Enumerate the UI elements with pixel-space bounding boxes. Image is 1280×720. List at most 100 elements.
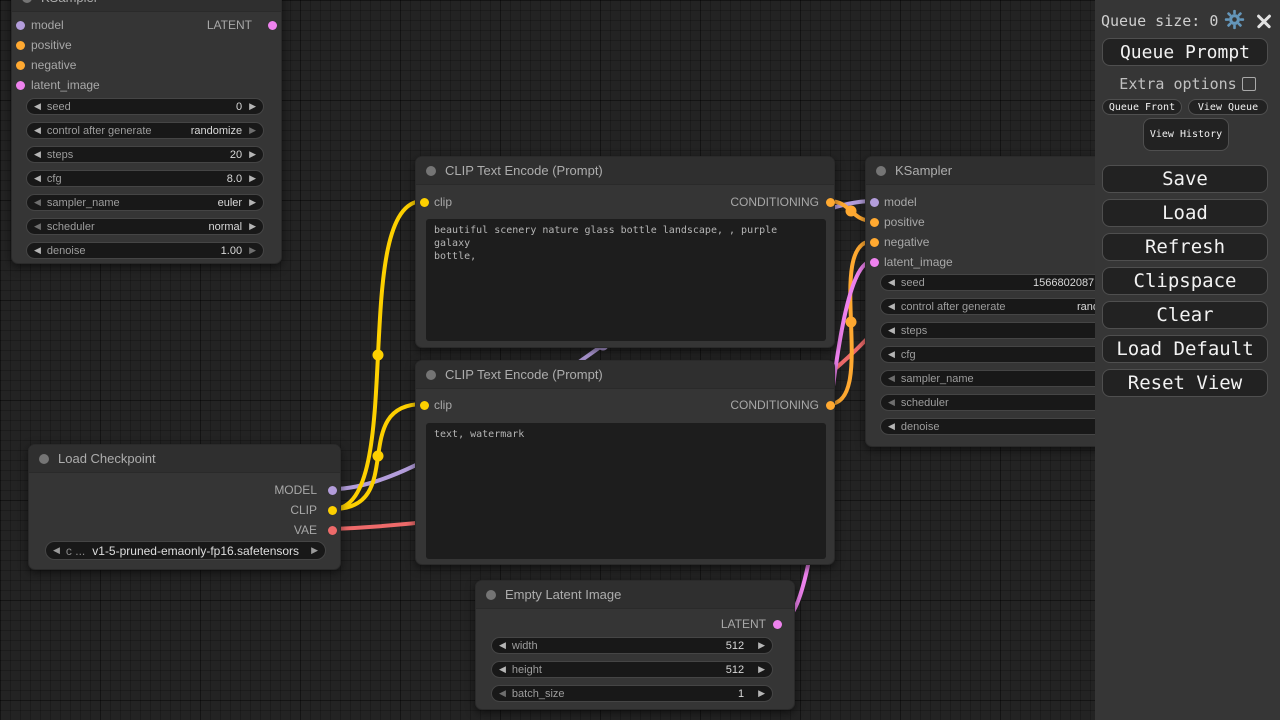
- decrement-arrow-icon[interactable]: ◀: [888, 326, 895, 335]
- increment-arrow-icon[interactable]: ▶: [249, 198, 256, 207]
- collapse-dot-icon[interactable]: [876, 166, 886, 176]
- graph-canvas[interactable]: KSampler model positive negative latent_…: [0, 0, 1280, 720]
- node-clip-text-encode-negative[interactable]: CLIP Text Encode (Prompt) clip CONDITION…: [415, 360, 835, 565]
- node-clip-text-encode-positive[interactable]: CLIP Text Encode (Prompt) clip CONDITION…: [415, 156, 835, 348]
- widget-batch-size[interactable]: ◀ batch_size 1 ▶: [491, 685, 773, 702]
- collapse-dot-icon[interactable]: [22, 0, 32, 3]
- widget-value: 20: [230, 149, 249, 161]
- widget-denoise[interactable]: ◀ denoise 1.00 ▶: [26, 242, 264, 259]
- decrement-arrow-icon[interactable]: ◀: [499, 641, 506, 650]
- view-history-button[interactable]: View History: [1143, 118, 1229, 151]
- node-title-bar[interactable]: Load Checkpoint: [29, 445, 340, 473]
- input-port-negative[interactable]: [870, 238, 879, 247]
- input-port-negative[interactable]: [16, 61, 25, 70]
- collapse-dot-icon[interactable]: [426, 370, 436, 380]
- input-port-latent-image[interactable]: [870, 258, 879, 267]
- decrement-arrow-icon[interactable]: ◀: [34, 198, 41, 207]
- decrement-arrow-icon[interactable]: ◀: [499, 689, 506, 698]
- decrement-arrow-icon[interactable]: ◀: [888, 374, 895, 383]
- reset-view-button[interactable]: Reset View: [1102, 369, 1268, 397]
- increment-arrow-icon[interactable]: ▶: [249, 126, 256, 135]
- widget-height[interactable]: ◀ height 512 ▶: [491, 661, 773, 678]
- decrement-arrow-icon[interactable]: ◀: [34, 102, 41, 111]
- increment-arrow-icon[interactable]: ▶: [249, 150, 256, 159]
- load-default-button[interactable]: Load Default: [1102, 335, 1268, 363]
- clipspace-button[interactable]: Clipspace: [1102, 267, 1268, 295]
- widget-value: v1-5-pruned-emaonly-fp16.safetensors: [92, 544, 299, 558]
- next-arrow-icon[interactable]: ▶: [311, 546, 318, 555]
- node-empty-latent-image[interactable]: Empty Latent Image LATENT ◀ width 512 ▶ …: [475, 580, 795, 710]
- widget-label: seed: [901, 277, 925, 289]
- queue-prompt-button[interactable]: Queue Prompt: [1102, 38, 1268, 66]
- widget-label: cfg: [47, 173, 62, 185]
- input-port-model[interactable]: [16, 21, 25, 30]
- prompt-textarea[interactable]: beautiful scenery nature glass bottle la…: [426, 219, 826, 341]
- widget-ckpt-name[interactable]: ◀ c ... v1-5-pruned-emaonly-fp16.safeten…: [45, 541, 326, 560]
- increment-arrow-icon[interactable]: ▶: [758, 641, 765, 650]
- decrement-arrow-icon[interactable]: ◀: [888, 350, 895, 359]
- node-ksampler-partial[interactable]: KSampler model positive negative latent_…: [11, 0, 282, 264]
- output-port-latent[interactable]: [268, 21, 277, 30]
- increment-arrow-icon[interactable]: ▶: [249, 102, 256, 111]
- collapse-dot-icon[interactable]: [39, 454, 49, 464]
- increment-arrow-icon[interactable]: ▶: [249, 174, 256, 183]
- widget-cfg[interactable]: ◀ cfg 8.0 ▶: [26, 170, 264, 187]
- increment-arrow-icon[interactable]: ▶: [758, 689, 765, 698]
- widget-sampler-name[interactable]: ◀ sampler_name euler ▶: [26, 194, 264, 211]
- extra-options-checkbox[interactable]: [1242, 77, 1256, 91]
- decrement-arrow-icon[interactable]: ◀: [499, 665, 506, 674]
- decrement-arrow-icon[interactable]: ◀: [888, 422, 895, 431]
- decrement-arrow-icon[interactable]: ◀: [34, 150, 41, 159]
- input-port-positive[interactable]: [870, 218, 879, 227]
- widget-value: euler: [218, 197, 249, 209]
- collapse-dot-icon[interactable]: [426, 166, 436, 176]
- input-port-model[interactable]: [870, 198, 879, 207]
- node-title: Empty Latent Image: [505, 587, 621, 602]
- widget-scheduler[interactable]: ◀ scheduler normal ▶: [26, 218, 264, 235]
- decrement-arrow-icon[interactable]: ◀: [888, 302, 895, 311]
- input-port-clip[interactable]: [420, 401, 429, 410]
- prompt-textarea[interactable]: text, watermark: [426, 423, 826, 559]
- node-title-bar[interactable]: Empty Latent Image: [476, 581, 794, 609]
- save-button[interactable]: Save: [1102, 165, 1268, 193]
- gear-icon[interactable]: [1224, 9, 1245, 34]
- output-port-latent[interactable]: [773, 620, 782, 629]
- output-port-vae[interactable]: [328, 526, 337, 535]
- input-label: latent_image: [884, 255, 953, 269]
- output-port-conditioning[interactable]: [826, 401, 835, 410]
- queue-front-button[interactable]: Queue Front: [1102, 99, 1182, 115]
- input-port-positive[interactable]: [16, 41, 25, 50]
- node-title-bar[interactable]: CLIP Text Encode (Prompt): [416, 361, 834, 389]
- input-port-latent-image[interactable]: [16, 81, 25, 90]
- clear-button[interactable]: Clear: [1102, 301, 1268, 329]
- decrement-arrow-icon[interactable]: ◀: [34, 174, 41, 183]
- node-title: KSampler: [895, 163, 952, 178]
- decrement-arrow-icon[interactable]: ◀: [888, 398, 895, 407]
- node-title-bar[interactable]: CLIP Text Encode (Prompt): [416, 157, 834, 185]
- output-port-model[interactable]: [328, 486, 337, 495]
- view-queue-button[interactable]: View Queue: [1188, 99, 1268, 115]
- collapse-dot-icon[interactable]: [486, 590, 496, 600]
- node-title-bar[interactable]: KSampler: [12, 0, 281, 12]
- decrement-arrow-icon[interactable]: ◀: [888, 278, 895, 287]
- node-load-checkpoint[interactable]: Load Checkpoint MODEL CLIP VAE ◀ c ... v…: [28, 444, 341, 570]
- refresh-button[interactable]: Refresh: [1102, 233, 1268, 261]
- output-port-clip[interactable]: [328, 506, 337, 515]
- widget-control-after-generate[interactable]: ◀ control after generate randomize ▶: [26, 122, 264, 139]
- load-button[interactable]: Load: [1102, 199, 1268, 227]
- widget-seed[interactable]: ◀ seed 0 ▶: [26, 98, 264, 115]
- output-port-conditioning[interactable]: [826, 198, 835, 207]
- queue-size-label: Queue size: 0: [1101, 12, 1218, 30]
- input-port-clip[interactable]: [420, 198, 429, 207]
- widget-width[interactable]: ◀ width 512 ▶: [491, 637, 773, 654]
- close-icon[interactable]: [1256, 13, 1272, 29]
- increment-arrow-icon[interactable]: ▶: [249, 246, 256, 255]
- previous-arrow-icon[interactable]: ◀: [53, 546, 60, 555]
- increment-arrow-icon[interactable]: ▶: [758, 665, 765, 674]
- decrement-arrow-icon[interactable]: ◀: [34, 222, 41, 231]
- decrement-arrow-icon[interactable]: ◀: [34, 126, 41, 135]
- comfyui-app: KSampler model positive negative latent_…: [0, 0, 1280, 720]
- decrement-arrow-icon[interactable]: ◀: [34, 246, 41, 255]
- increment-arrow-icon[interactable]: ▶: [249, 222, 256, 231]
- widget-steps[interactable]: ◀ steps 20 ▶: [26, 146, 264, 163]
